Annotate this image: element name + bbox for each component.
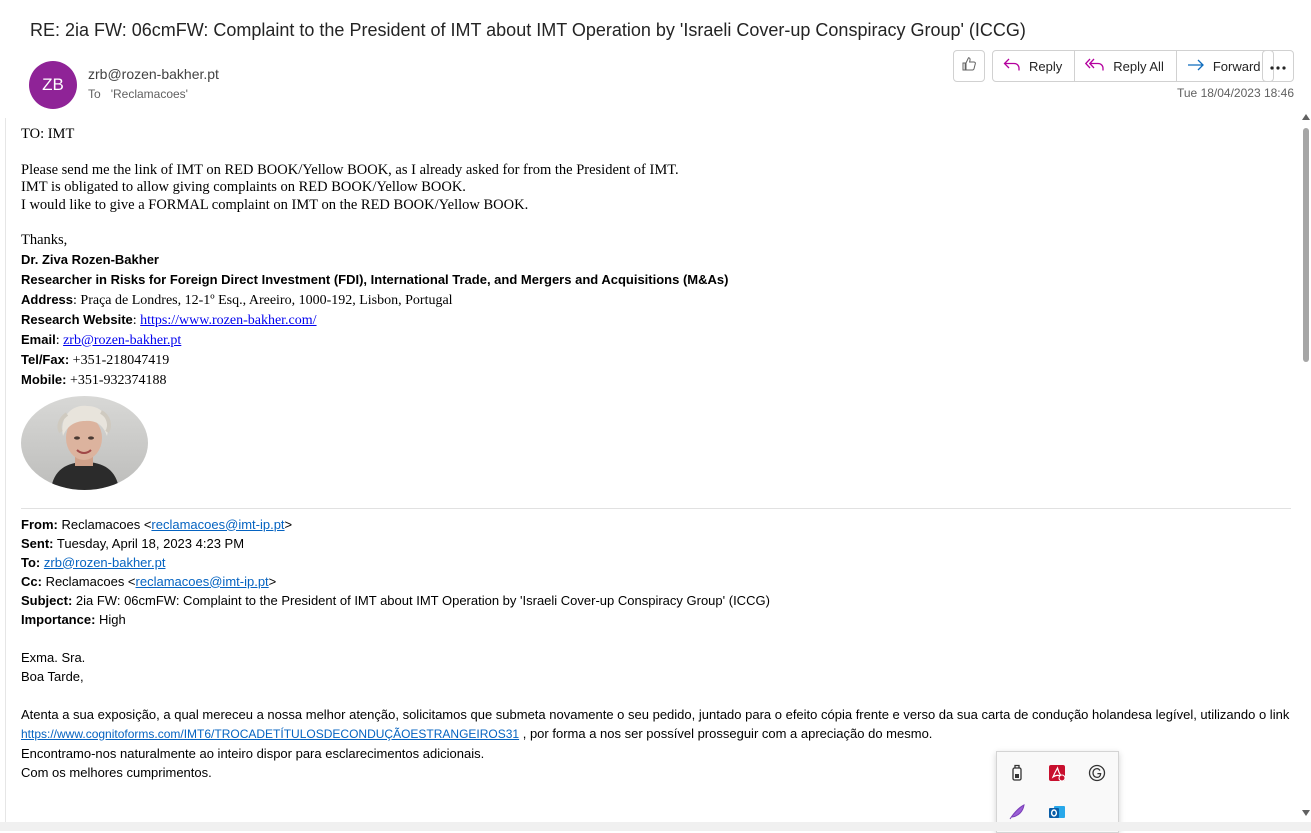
more-actions-button[interactable] [1262, 50, 1294, 82]
signature-tel: Tel/Fax: +351-218047419 [21, 351, 170, 368]
body-to-line: TO: IMT [21, 126, 75, 142]
sender-address[interactable]: zrb@rozen-bakher.pt [88, 66, 219, 82]
signature-title: Researcher in Risks for Foreign Direct I… [21, 271, 729, 287]
quoted-importance: Importance: High [21, 611, 126, 627]
recipient-value[interactable]: 'Reclamacoes' [111, 87, 188, 101]
avatar-initials: ZB [42, 75, 64, 94]
scroll-up-arrow-icon[interactable] [1302, 114, 1310, 120]
signature-photo [21, 395, 148, 490]
signature-email-link[interactable]: zrb@rozen-bakher.pt [63, 333, 181, 348]
received-date: Tue 18/04/2023 18:46 [1177, 86, 1294, 100]
body-line-2: IMT is obligated to allow giving complai… [21, 179, 466, 195]
body-line-3: I would like to give a FORMAL complaint … [21, 196, 529, 213]
website-link[interactable]: https://www.rozen-bakher.com/ [140, 313, 316, 328]
signature-name: Dr. Ziva Rozen-Bakher [21, 251, 159, 267]
signature-address: Address: Praça de Londres, 12-1º Esq., A… [21, 291, 453, 308]
quoted-greeting-2: Boa Tarde, [21, 668, 84, 684]
status-bar [0, 822, 1311, 831]
signature-email: Email: zrb@rozen-bakher.pt [21, 331, 182, 348]
quoted-paragraph-2: https://www.cognitoforms.com/IMT6/TROCAD… [21, 725, 933, 741]
feather-addin-icon[interactable] [1005, 800, 1029, 824]
message-body: TO: IMT Please send me the link of IMT o… [21, 126, 1296, 782]
grammarly-icon[interactable] [1085, 761, 1109, 785]
quoted-greeting-1: Exma. Sra. [21, 649, 86, 665]
recipient-line: To 'Reclamacoes' [88, 87, 188, 101]
signature-mobile: Mobile: +351-932374188 [21, 371, 167, 388]
addins-popup [996, 751, 1119, 833]
reply-label: Reply [1029, 58, 1063, 74]
signature-website: Research Website: https://www.rozen-bakh… [21, 311, 317, 328]
quoted-to-email[interactable]: zrb@rozen-bakher.pt [44, 555, 166, 570]
more-icon [1270, 57, 1286, 75]
scroll-down-arrow-icon[interactable] [1302, 810, 1310, 816]
body-thanks: Thanks, [21, 232, 68, 248]
scrollbar-thumb[interactable] [1303, 128, 1309, 362]
avatar[interactable]: ZB [29, 61, 77, 109]
reply-actions: Reply Reply All Forward [992, 50, 1274, 82]
reply-all-label: Reply All [1113, 58, 1164, 74]
quoted-from: From: Reclamacoes <reclamacoes@imt-ip.pt… [21, 516, 293, 532]
quoted-cc-email[interactable]: reclamacoes@imt-ip.pt [136, 574, 269, 589]
body-line-1: Please send me the link of IMT on RED BO… [21, 161, 679, 178]
quoted-sent: Sent: Tuesday, April 18, 2023 4:23 PM [21, 535, 245, 551]
reply-all-icon [1085, 57, 1113, 76]
email-subject: RE: 2ia FW: 06cmFW: Complaint to the Pre… [30, 20, 1026, 40]
cognito-form-link[interactable]: https://www.cognitoforms.com/IMT6/TROCAD… [21, 727, 519, 741]
like-button[interactable] [953, 50, 985, 82]
quote-separator [21, 507, 1291, 509]
quoted-to: To: zrb@rozen-bakher.pt [21, 554, 166, 570]
quoted-cc: Cc: Reclamacoes <reclamacoes@imt-ip.pt> [21, 573, 277, 589]
pdf-addin-icon[interactable] [1045, 761, 1069, 785]
quoted-from-email[interactable]: reclamacoes@imt-ip.pt [151, 517, 284, 532]
quoted-subject: Subject: 2ia FW: 06cmFW: Complaint to th… [21, 592, 770, 608]
reading-pane-border [5, 118, 6, 831]
reply-all-button[interactable]: Reply All [1075, 51, 1177, 81]
reply-button[interactable]: Reply [993, 51, 1076, 81]
forward-label: Forward [1212, 58, 1261, 74]
thumbs-up-icon [961, 56, 977, 77]
quoted-paragraph-1: Atenta a sua exposição, a qual mereceu a… [21, 706, 1290, 722]
outlook-icon[interactable] [1045, 800, 1069, 824]
clip-addin-icon[interactable] [1005, 761, 1029, 785]
forward-button[interactable]: Forward [1177, 51, 1273, 81]
forward-icon [1187, 57, 1213, 76]
reply-icon [1003, 57, 1029, 76]
to-label: To [88, 87, 101, 101]
